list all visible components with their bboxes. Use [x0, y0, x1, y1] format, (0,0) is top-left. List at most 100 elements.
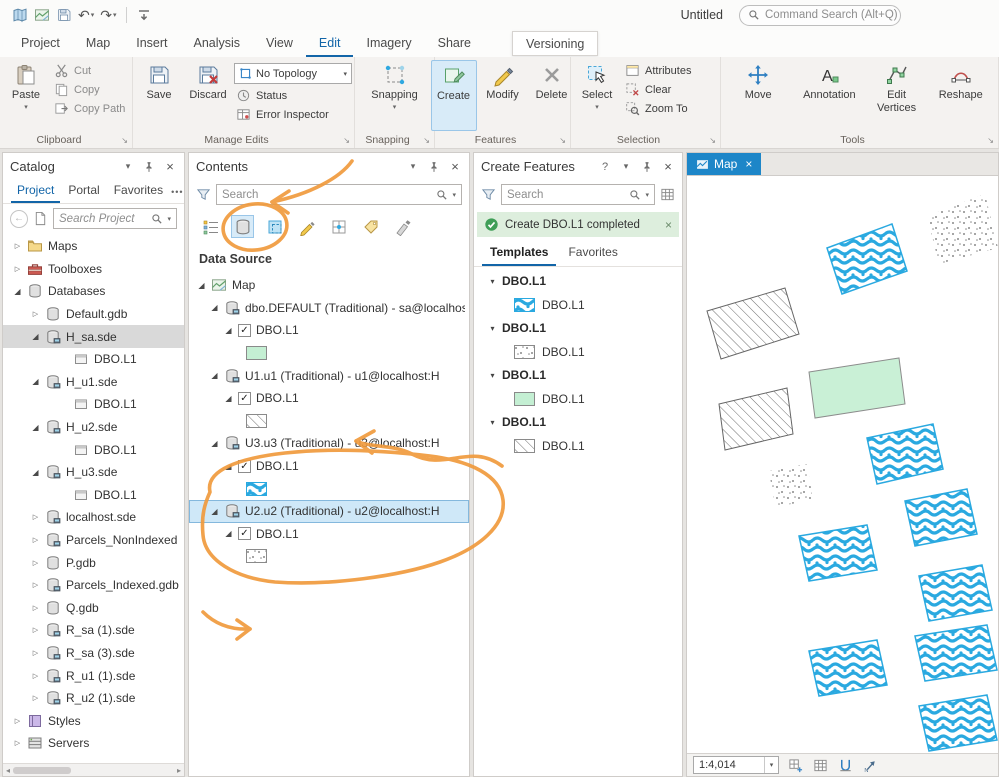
expand-icon[interactable]: ▷: [31, 604, 40, 612]
close-icon[interactable]: ×: [448, 159, 462, 174]
pin-icon[interactable]: [640, 160, 654, 174]
layer-visibility-checkbox[interactable]: ✓: [238, 459, 251, 473]
contents-connection-u1[interactable]: ◢ U1.u1 (Traditional) - u1@localhost:H: [189, 364, 469, 387]
catalog-item-h-u2-sde[interactable]: ◢ H_u2.sde: [3, 416, 184, 439]
close-icon[interactable]: ×: [661, 159, 675, 174]
template-item[interactable]: DBO.L1: [474, 434, 682, 457]
collapse-icon[interactable]: ◢: [13, 287, 22, 296]
parcel-dotted[interactable]: [769, 464, 813, 507]
tab-favorites[interactable]: Favorites: [560, 241, 625, 266]
dialog-launcher-icon[interactable]: ↘: [709, 136, 716, 145]
catalog-item-databases[interactable]: ◢ Databases: [3, 280, 184, 303]
collapse-icon[interactable]: ◢: [224, 326, 233, 335]
expand-icon[interactable]: ▷: [31, 649, 40, 657]
expand-icon[interactable]: ▷: [31, 536, 40, 544]
layer-visibility-checkbox[interactable]: ✓: [238, 527, 251, 541]
cut-button[interactable]: Cut: [52, 63, 127, 78]
more-options-icon[interactable]: •••: [171, 187, 183, 197]
collapse-icon[interactable]: ◢: [224, 462, 233, 471]
error-inspector-button[interactable]: Error Inspector: [234, 107, 352, 122]
contents-connection-u2-selected[interactable]: ◢ U2.u2 (Traditional) - u2@localhost:H: [189, 499, 469, 523]
parcel-coral[interactable]: [914, 624, 998, 682]
catalog-page-icon[interactable]: [33, 211, 48, 226]
catalog-tab-portal[interactable]: Portal: [62, 180, 105, 203]
collapse-icon[interactable]: ◢: [210, 507, 219, 516]
list-by-selection-icon[interactable]: [263, 215, 286, 238]
parcel-coral[interactable]: [918, 694, 998, 752]
expand-icon[interactable]: ▷: [31, 559, 40, 567]
save-edits-button[interactable]: Save: [136, 60, 182, 131]
catalog-item-maps[interactable]: ▷ Maps: [3, 235, 184, 258]
template-group-header[interactable]: ▾ DBO.L1: [474, 316, 682, 340]
catalog-item-h-sa-sde[interactable]: ◢ H_sa.sde: [3, 325, 184, 348]
catalog-item-layer[interactable]: DBO.L1: [3, 393, 184, 416]
collapse-icon[interactable]: ◢: [224, 529, 233, 538]
pin-icon[interactable]: [142, 160, 156, 174]
contents-connection-u3[interactable]: ◢ U3.u3 (Traditional) - u3@localhost:H: [189, 432, 469, 455]
parcel-hatched[interactable]: [718, 387, 794, 451]
project-map-icon[interactable]: [10, 3, 30, 27]
list-by-data-source-icon[interactable]: [231, 215, 254, 238]
catalog-item-r-u1-1-sde[interactable]: ▷ R_u1 (1).sde: [3, 664, 184, 687]
parcel-green[interactable]: [808, 357, 906, 419]
help-icon[interactable]: ?: [598, 160, 612, 174]
paste-button[interactable]: Paste ▾: [3, 60, 49, 131]
collapse-icon[interactable]: ◢: [31, 332, 40, 341]
contents-item-map[interactable]: ◢ Map: [189, 274, 469, 297]
close-icon[interactable]: ×: [665, 218, 672, 232]
collapse-icon[interactable]: ◢: [210, 439, 219, 448]
expand-icon[interactable]: ▷: [13, 739, 22, 747]
expand-icon[interactable]: ▷: [13, 242, 22, 250]
snapping-toggle-icon[interactable]: [837, 757, 854, 774]
contents-connection-dbo-default[interactable]: ◢ dbo.DEFAULT (Traditional) - sa@localhos…: [189, 297, 469, 320]
contents-layer-row[interactable]: ◢ ✓ DBO.L1: [189, 387, 469, 410]
catalog-item-layer[interactable]: DBO.L1: [3, 484, 184, 507]
expand-icon[interactable]: ▷: [31, 513, 40, 521]
list-by-drawing-order-icon[interactable]: [199, 215, 222, 238]
parcel-coral[interactable]: [808, 639, 888, 697]
attributes-button[interactable]: Attributes: [623, 63, 693, 78]
template-search-input[interactable]: Search ▾: [501, 184, 655, 205]
catalog-item-layer[interactable]: DBO.L1: [3, 348, 184, 371]
expand-icon[interactable]: ▷: [31, 626, 40, 634]
catalog-item-r-sa-3-sde[interactable]: ▷ R_sa (3).sde: [3, 642, 184, 665]
template-group-header[interactable]: ▾ DBO.L1: [474, 363, 682, 387]
panel-menu-chevron-icon[interactable]: ▾: [619, 160, 633, 174]
customize-toolbar-button[interactable]: [134, 3, 154, 27]
zoom-to-button[interactable]: Zoom To: [623, 101, 693, 116]
collapse-icon[interactable]: ◢: [224, 394, 233, 403]
tab-versioning[interactable]: Versioning: [511, 31, 599, 56]
status-button[interactable]: Status: [234, 88, 352, 103]
catalog-item-r-u2-1-sde[interactable]: ▷ R_u2 (1).sde: [3, 687, 184, 710]
discard-edits-button[interactable]: Discard: [185, 60, 231, 131]
redo-button[interactable]: ↷ ▾: [98, 3, 118, 27]
grid-table-icon[interactable]: [812, 757, 829, 774]
dialog-launcher-icon[interactable]: ↘: [343, 136, 350, 145]
expand-icon[interactable]: ▷: [13, 265, 22, 273]
manage-templates-icon[interactable]: [660, 187, 675, 202]
contents-layer-row[interactable]: ◢ ✓ DBO.L1: [189, 455, 469, 478]
edit-vertices-tool-button[interactable]: Edit Vertices: [870, 60, 924, 131]
tab-analysis[interactable]: Analysis: [181, 30, 254, 57]
catalog-search-input[interactable]: Search Project ▾: [53, 208, 177, 229]
catalog-item-styles[interactable]: ▷ Styles: [3, 709, 184, 732]
select-button[interactable]: Select ▾: [574, 60, 620, 131]
save-project-icon[interactable]: [54, 3, 74, 27]
dialog-launcher-icon[interactable]: ↘: [423, 136, 430, 145]
scroll-left-icon[interactable]: ◂: [6, 766, 10, 775]
expand-icon[interactable]: ▷: [31, 672, 40, 680]
template-group-header[interactable]: ▾ DBO.L1: [474, 410, 682, 434]
tab-templates[interactable]: Templates: [482, 241, 557, 266]
catalog-tab-favorites[interactable]: Favorites: [108, 180, 169, 203]
collapse-icon[interactable]: ◢: [31, 468, 40, 477]
clear-selection-button[interactable]: Clear: [623, 82, 693, 97]
dialog-launcher-icon[interactable]: ↘: [121, 136, 128, 145]
topology-dropdown[interactable]: No Topology ▾: [234, 63, 352, 84]
symbol-swatch-coral[interactable]: [246, 481, 267, 496]
tab-imagery[interactable]: Imagery: [353, 30, 424, 57]
catalog-item-r-sa-1-sde[interactable]: ▷ R_sa (1).sde: [3, 619, 184, 642]
back-button[interactable]: ←: [10, 209, 28, 228]
catalog-item-q-gdb[interactable]: ▷ Q.gdb: [3, 597, 184, 620]
collapse-icon[interactable]: ◢: [31, 377, 40, 386]
scale-dropdown[interactable]: 1:4,014 ▾: [693, 756, 779, 774]
